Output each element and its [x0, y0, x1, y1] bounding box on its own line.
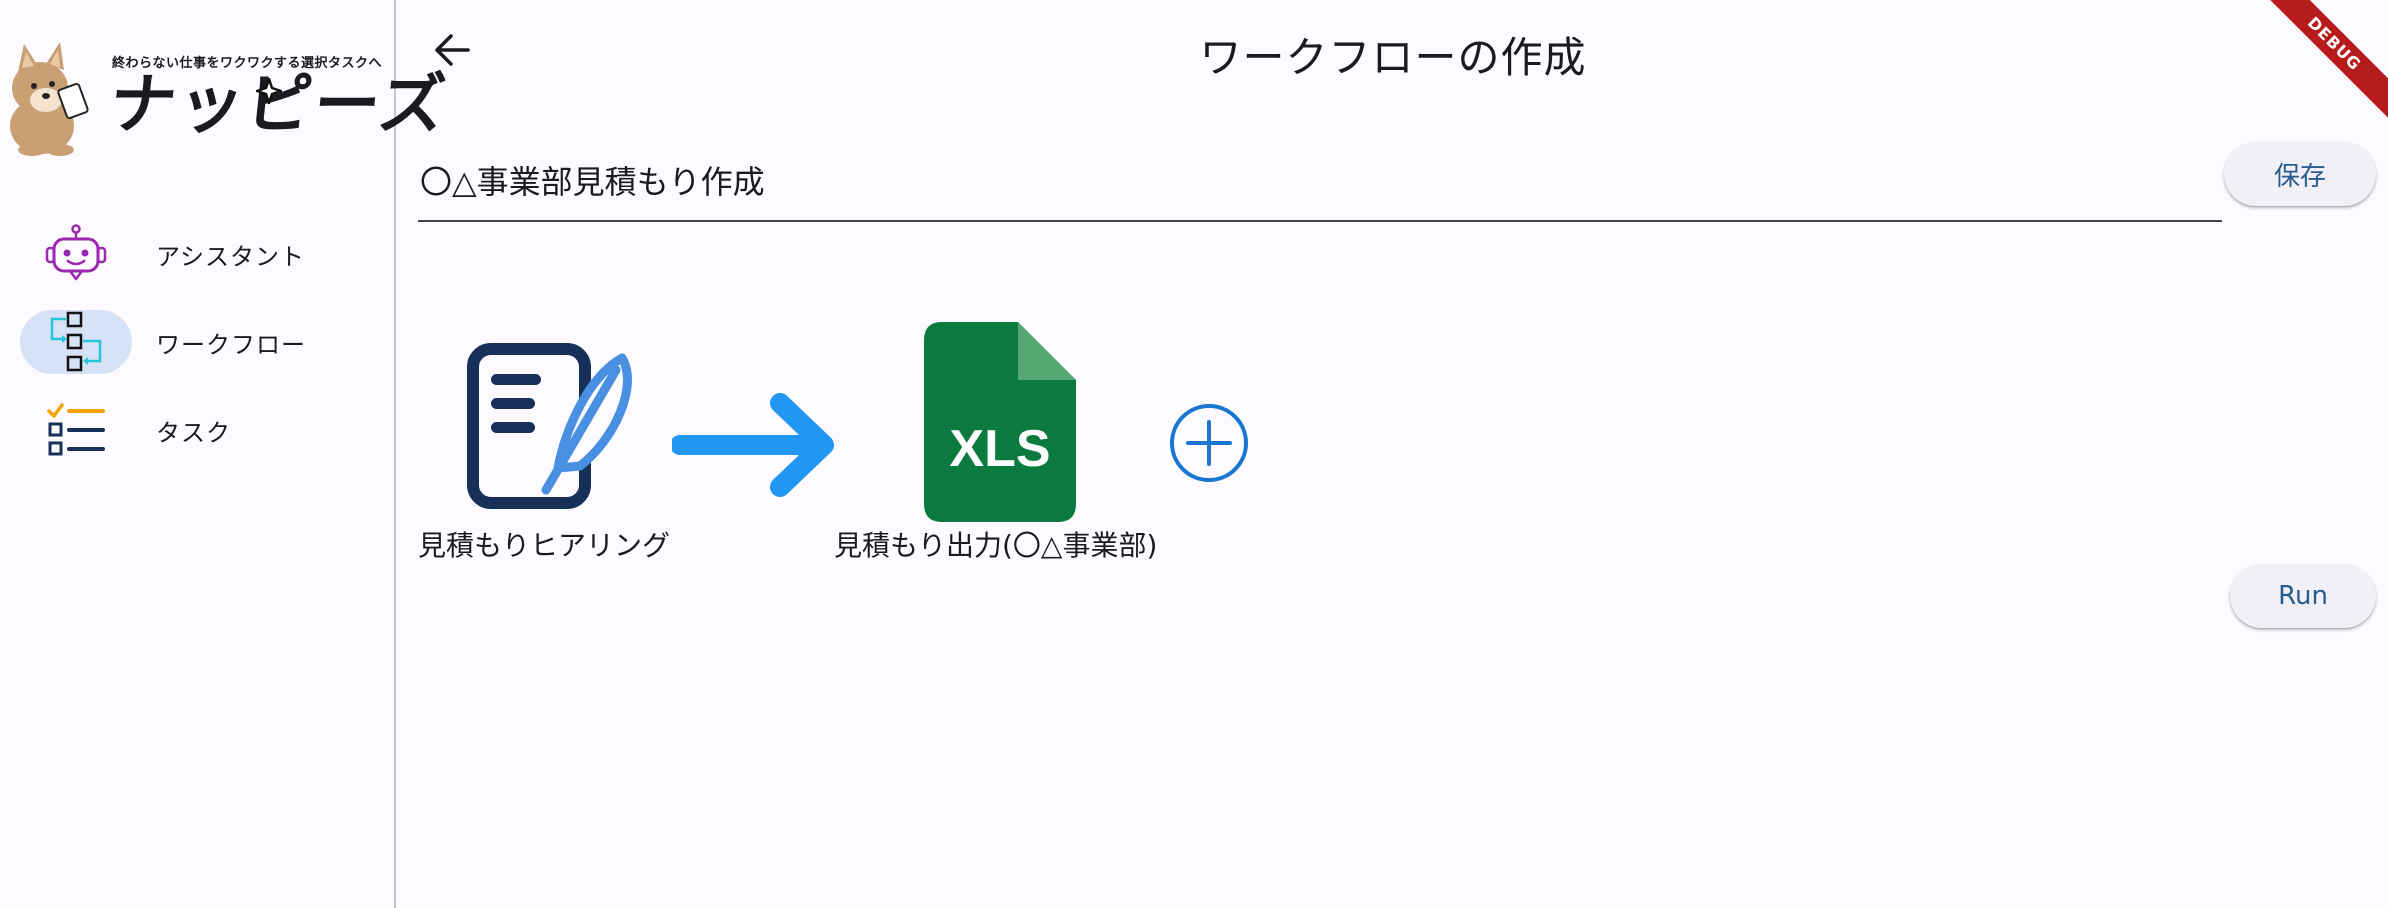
sidebar-item-label: アシスタント — [156, 242, 306, 271]
workflow-name-input[interactable] — [418, 140, 2222, 222]
document-feather-icon — [467, 343, 632, 509]
sidebar-item-label: タスク — [156, 418, 231, 447]
app-logo: 終わらない仕事をワクワクする選択タスクへ ナッピーズ — [0, 30, 451, 160]
nav-icon-container — [20, 222, 132, 286]
robot-icon — [45, 224, 107, 281]
page-title: ワークフローの作成 — [1199, 33, 1587, 82]
workflow-node-label: 見積もりヒアリング — [418, 529, 671, 562]
save-button[interactable]: 保存 — [2224, 142, 2376, 206]
workflow-node[interactable] — [464, 340, 638, 514]
nav-icon-container — [20, 398, 132, 462]
sparkle-icon — [256, 78, 282, 104]
mascot-dog-icon — [10, 42, 89, 156]
run-button[interactable]: Run — [2230, 564, 2376, 628]
sidebar-item-assistant[interactable]: アシスタント — [0, 210, 396, 298]
sidebar: 終わらない仕事をワクワクする選択タスクへ ナッピーズ アシスタント ワークフロー… — [0, 0, 451, 908]
workflow-node-label: 見積もり出力(〇△事業部) — [834, 529, 1158, 562]
workflow-node[interactable]: XLS — [924, 322, 1078, 522]
main-content: ワークフローの作成 保存 見積もりヒアリング X — [398, 0, 2388, 908]
sidebar-item-label: ワークフロー — [156, 330, 306, 359]
xls-badge-text: XLS — [949, 420, 1050, 478]
nav-icon-container-active — [20, 310, 132, 374]
sidebar-nav: アシスタント ワークフロー タスク — [0, 210, 396, 474]
workflow-canvas: 見積もりヒアリング XLS 見積もり出力(〇△事業部) — [398, 310, 1798, 570]
sidebar-item-task[interactable]: タスク — [0, 386, 396, 474]
workflow-icon — [50, 311, 102, 372]
arrow-right-icon — [672, 393, 834, 497]
sidebar-item-workflow[interactable]: ワークフロー — [0, 298, 396, 386]
checklist-icon — [47, 403, 105, 456]
xls-file-icon: XLS — [924, 322, 1076, 522]
add-node-button[interactable] — [1168, 402, 1250, 484]
